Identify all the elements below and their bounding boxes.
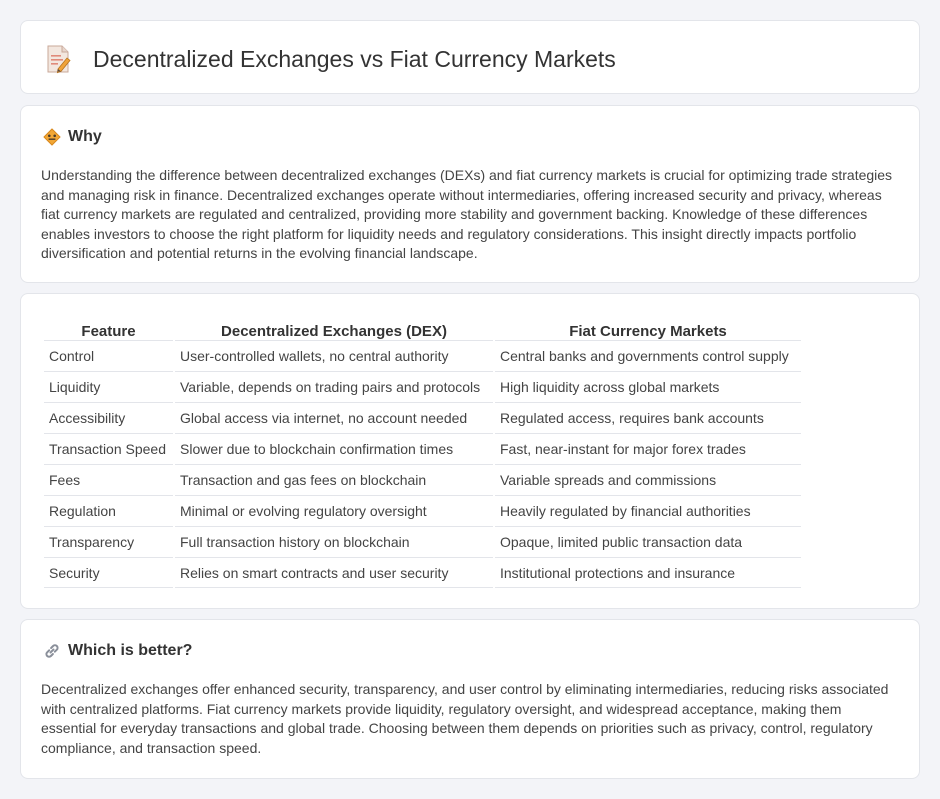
- fiat-cell: Institutional protections and insurance: [495, 557, 801, 588]
- title-card: Decentralized Exchanges vs Fiat Currency…: [20, 20, 920, 94]
- table-row: Regulation Minimal or evolving regulator…: [44, 495, 801, 526]
- feature-cell: Regulation: [44, 495, 173, 526]
- link-icon: [45, 644, 59, 658]
- comparison-card: Feature Decentralized Exchanges (DEX) Fi…: [20, 293, 920, 609]
- diamond-sign-icon: [43, 128, 61, 146]
- fiat-cell: Central banks and governments control su…: [495, 340, 801, 371]
- table-row: Security Relies on smart contracts and u…: [44, 557, 801, 588]
- why-card: Why Understanding the difference between…: [20, 105, 920, 283]
- why-text: Understanding the difference between dec…: [41, 167, 893, 262]
- feature-cell: Transparency: [44, 526, 173, 557]
- column-header-dex: Decentralized Exchanges (DEX): [221, 323, 447, 340]
- dex-cell: Relies on smart contracts and user secur…: [175, 557, 493, 588]
- dex-cell: Minimal or evolving regulatory oversight: [175, 495, 493, 526]
- dex-cell: User-controlled wallets, no central auth…: [175, 340, 493, 371]
- table-row: Liquidity Variable, depends on trading p…: [44, 371, 801, 402]
- table-row: Fees Transaction and gas fees on blockch…: [44, 464, 801, 495]
- feature-cell: Security: [44, 557, 173, 588]
- better-header: Which is better?: [43, 642, 192, 660]
- table-row: Transaction Speed Slower due to blockcha…: [44, 433, 801, 464]
- which-better-card: Which is better? Decentralized exchanges…: [20, 619, 920, 779]
- comparison-table: Feature Decentralized Exchanges (DEX) Fi…: [42, 316, 803, 588]
- fiat-cell: Heavily regulated by financial authoriti…: [495, 495, 801, 526]
- dex-cell: Global access via internet, no account n…: [175, 402, 493, 433]
- better-heading: Which is better?: [68, 642, 193, 659]
- dex-cell: Transaction and gas fees on blockchain: [175, 464, 493, 495]
- table-header-row: Feature Decentralized Exchanges (DEX) Fi…: [44, 316, 801, 340]
- feature-cell: Transaction Speed: [44, 433, 173, 464]
- feature-cell: Control: [44, 340, 173, 371]
- fiat-cell: High liquidity across global markets: [495, 371, 801, 402]
- document-pencil-icon: [47, 45, 71, 74]
- fiat-cell: Regulated access, requires bank accounts: [495, 402, 801, 433]
- column-header-feature: Feature: [81, 323, 136, 340]
- column-header-fiat: Fiat Currency Markets: [569, 323, 727, 340]
- table-row: Transparency Full transaction history on…: [44, 526, 801, 557]
- dex-cell: Full transaction history on blockchain: [175, 526, 493, 557]
- why-heading: Why: [68, 128, 102, 145]
- dex-cell: Slower due to blockchain confirmation ti…: [175, 433, 493, 464]
- table-row: Control User-controlled wallets, no cent…: [44, 340, 801, 371]
- feature-cell: Fees: [44, 464, 173, 495]
- title-row: Decentralized Exchanges vs Fiat Currency…: [45, 41, 616, 77]
- fiat-cell: Variable spreads and commissions: [495, 464, 801, 495]
- feature-cell: Liquidity: [44, 371, 173, 402]
- fiat-cell: Fast, near-instant for major forex trade…: [495, 433, 801, 464]
- why-header: Why: [43, 128, 102, 146]
- page-title: Decentralized Exchanges vs Fiat Currency…: [93, 46, 616, 72]
- fiat-cell: Opaque, limited public transaction data: [495, 526, 801, 557]
- feature-cell: Accessibility: [44, 402, 173, 433]
- better-text: Decentralized exchanges offer enhanced s…: [41, 681, 889, 756]
- dex-cell: Variable, depends on trading pairs and p…: [175, 371, 493, 402]
- table-row: Accessibility Global access via internet…: [44, 402, 801, 433]
